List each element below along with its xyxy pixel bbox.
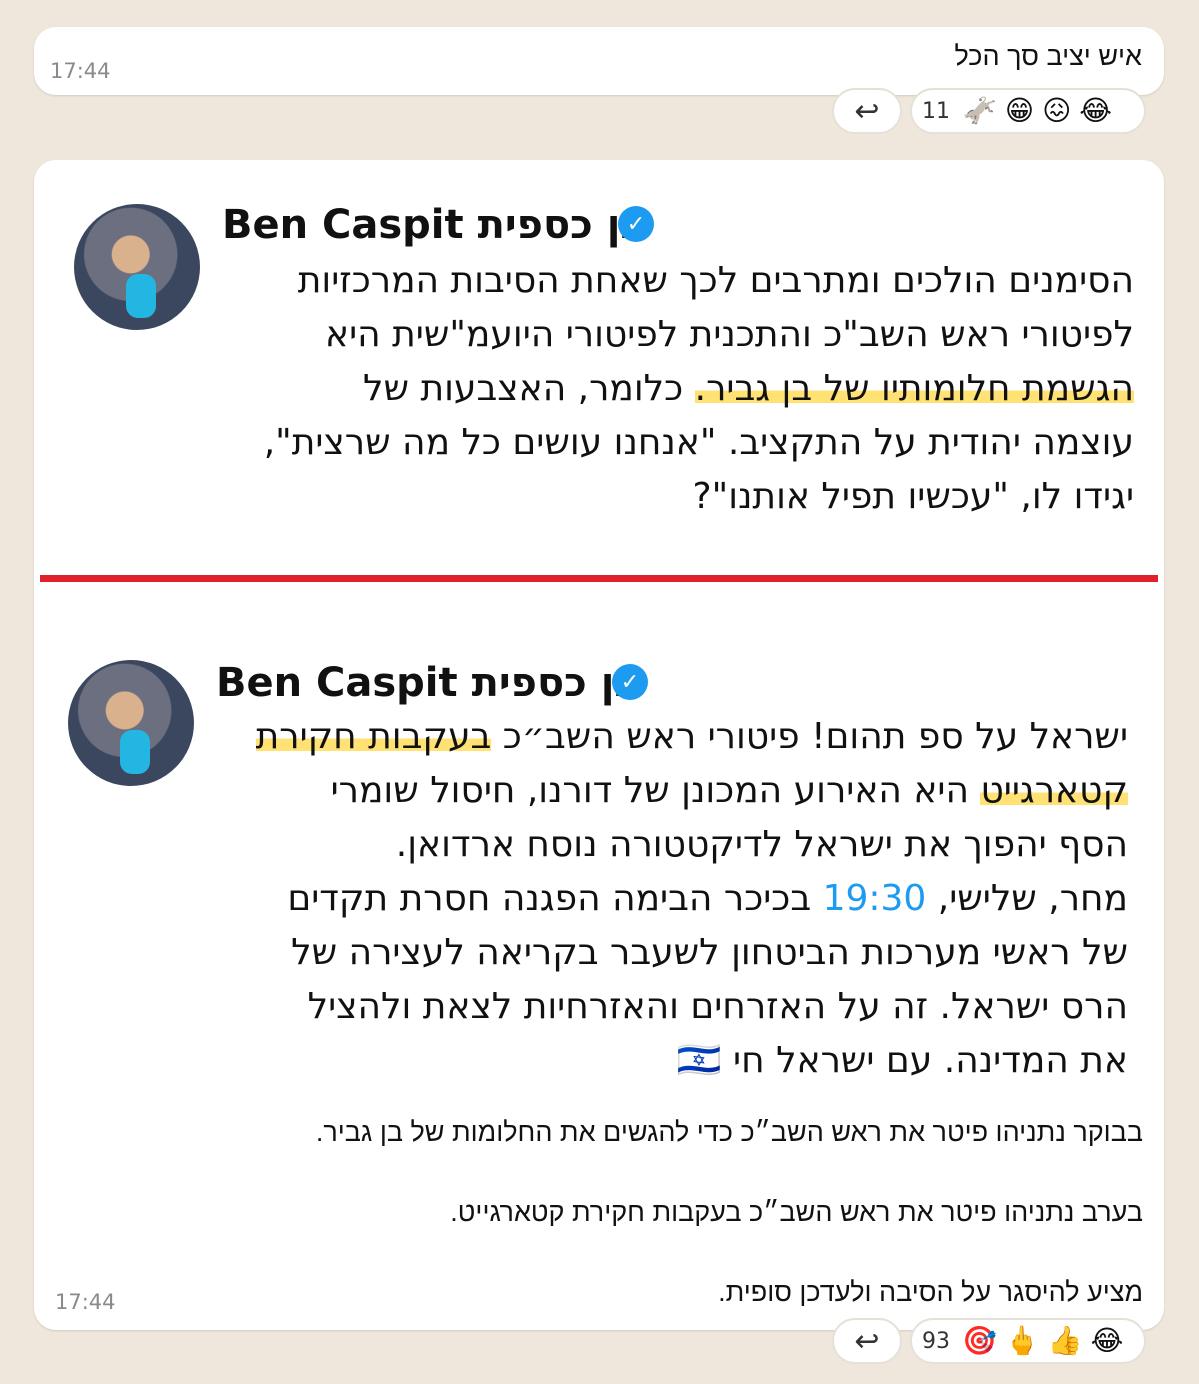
reaction-count: 11 (922, 98, 950, 124)
tweet-line: את המדינה. עם ישראל חי 🇮🇱 (676, 1040, 1128, 1081)
tweet-author: Ben Caspit בן כספית (216, 660, 639, 706)
caption-line: מציע להיסגר על הסיבה ולעדכן סופית. (718, 1277, 1143, 1307)
tweet-screenshot-2: Ben Caspit בן כספית ✓ ישראל על ספ תהום! … (34, 640, 1164, 1090)
reply-button[interactable]: ↩ (832, 88, 902, 134)
reaction-count: 93 (922, 1328, 950, 1354)
laugh-tears-emoji: 😂 (1079, 94, 1112, 127)
middle-finger-emoji: 🖕 (1004, 1324, 1040, 1357)
message-time: 17:44 (55, 1290, 116, 1314)
tweet-line: הרס ישראל. זה על האזרחים והאזרחיות לצאת … (307, 986, 1128, 1027)
tweet-line: הסימנים הולכים ומתרבים לכך שאחת הסיבות ה… (297, 260, 1134, 301)
reply-arrows-icon: ↩ (854, 1323, 880, 1359)
highlighted-text: הגשמת חלומותיו של בן גביר. (694, 368, 1134, 409)
verified-badge-icon: ✓ (612, 664, 648, 700)
thumbs-up-emoji: 👍 (1047, 1324, 1083, 1357)
tweet-line: ישראל על ספ תהום! פיטורי ראש השב״כ בעקבו… (255, 716, 1128, 757)
tweet-line: יגידו לו, "עכשיו תפיל אותנו"? (692, 476, 1134, 517)
laugh-tears-emoji: 😂 (1090, 1324, 1124, 1357)
message-caption: בבוקר נתניהו פיטר את ראש השב״כ כדי להגשי… (83, 1112, 1143, 1312)
reactions-pill[interactable]: 93 🎯 🖕 👍 😂 (910, 1318, 1146, 1364)
tweet-line: קטארגייט היא האירוע המכונן של דורנו, חיס… (330, 770, 1128, 811)
tweet-line: של ראשי מערכות הביטחון לשעבר בקריאה לעצי… (291, 932, 1128, 973)
tweet-text: הסימנים הולכים ומתרבים לכך שאחת הסיבות ה… (134, 254, 1134, 524)
tweet-screenshot-1: Ben Caspit בן כספית ✓ הסימנים הולכים ומת… (34, 180, 1164, 570)
time-link: 19:30 (822, 878, 927, 919)
tweet-line: לפיטורי ראש השב"כ והתכנית לפיטורי היועמ"… (325, 314, 1134, 355)
message-bubble-1[interactable]: איש יציב סך הכל 17:44 (34, 27, 1164, 95)
grin-emoji: 😁 (1004, 94, 1035, 127)
donkey-emoji: 🫏 (962, 94, 997, 127)
caption-line: בבוקר נתניהו פיטר את ראש השב״כ כדי להגשי… (315, 1117, 1143, 1147)
tweet-line: מחר, שלישי, 19:30 בכיכר הבימה הפגנה חסרת… (287, 878, 1128, 919)
tweet-text: ישראל על ספ תהום! פיטורי ראש השב״כ בעקבו… (128, 710, 1128, 1088)
reply-arrows-icon: ↩ (854, 93, 880, 129)
message-time: 17:44 (50, 59, 111, 83)
tweet-line: הגשמת חלומותיו של בן גביר. כלומר, האצבעו… (363, 368, 1134, 409)
reply-button[interactable]: ↩ (832, 1318, 902, 1364)
verified-badge-icon: ✓ (618, 206, 654, 242)
confounded-emoji: 😖 (1042, 94, 1072, 127)
tweet-line: עוצמה יהודית על התקציב. "אנחנו עושים כל … (263, 422, 1134, 463)
tweet-author: Ben Caspit בן כספית (222, 202, 645, 248)
red-divider (40, 575, 1158, 582)
reactions-pill[interactable]: 11 🫏 😁 😖 😂 (910, 88, 1146, 134)
caption-line: בערב נתניהו פיטר את ראש השב״כ בעקבות חקי… (450, 1197, 1143, 1227)
message-text: איש יציב סך הכל (954, 41, 1142, 71)
target-emoji: 🎯 (962, 1324, 997, 1357)
tweet-line: הסף יהפוך את ישראל לדיקטטורה נוסח ארדואן… (395, 824, 1128, 865)
